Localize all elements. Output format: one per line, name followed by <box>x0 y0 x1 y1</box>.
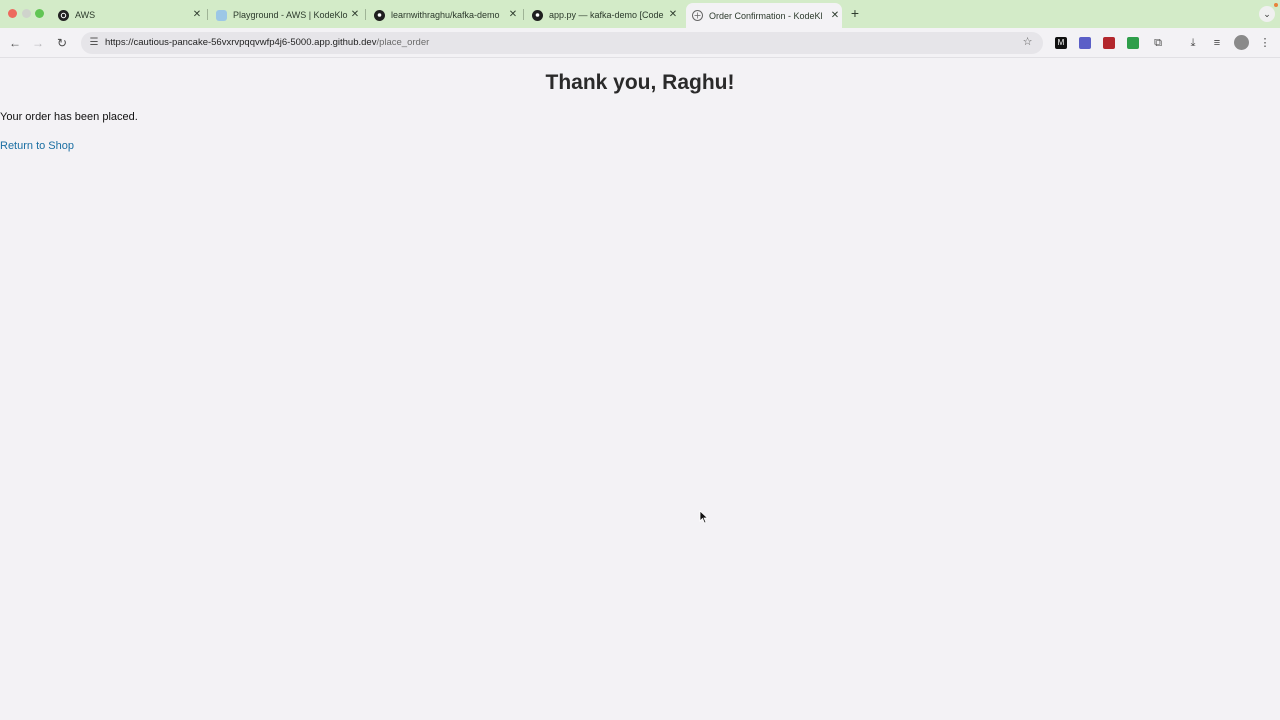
browser-toolbar: ← → ↻ ☰ https://cautious-pancake-56vxrvp… <box>0 28 1280 58</box>
aws-icon <box>58 9 69 21</box>
close-window-button[interactable] <box>8 9 17 18</box>
url-base: https://cautious-pancake-56vxrvpqqvwfp4j… <box>105 37 377 48</box>
notification-dot <box>1274 3 1278 7</box>
close-tab-icon[interactable]: ✕ <box>190 8 204 22</box>
tab-order-confirmation[interactable]: Order Confirmation - KodeKl ✕ <box>686 3 842 28</box>
extension-m-icon[interactable]: M <box>1055 37 1067 49</box>
tab-search-icon[interactable]: ⌄ <box>1259 6 1275 22</box>
tab-app-py[interactable]: app.py — kafka-demo [Code ✕ <box>530 4 680 26</box>
close-tab-icon[interactable]: ✕ <box>828 9 842 23</box>
close-tab-icon[interactable]: ✕ <box>348 8 362 22</box>
extensions-puzzle-icon[interactable]: ⧉ <box>1150 35 1166 51</box>
menu-kebab-icon[interactable]: ⋮ <box>1257 35 1273 51</box>
tab-playground[interactable]: Playground - AWS | KodeKlou ✕ <box>214 4 362 26</box>
download-icon[interactable]: ⤓ <box>1185 35 1201 51</box>
close-tab-icon[interactable]: ✕ <box>506 8 520 22</box>
github-icon <box>532 9 543 21</box>
tab-separator <box>365 9 366 20</box>
kodekloud-icon <box>216 9 227 21</box>
profile-avatar[interactable] <box>1234 35 1249 50</box>
globe-icon <box>692 10 703 21</box>
bookmark-star-icon[interactable]: ☆ <box>1020 35 1035 50</box>
tab-separator <box>207 9 208 20</box>
back-icon[interactable]: ← <box>7 35 23 51</box>
forward-icon[interactable]: → <box>30 35 46 51</box>
order-message: Your order has been placed. <box>0 111 138 123</box>
url-path: /place_order <box>376 37 430 48</box>
mouse-cursor-icon <box>699 510 709 524</box>
tab-kafka-demo-repo[interactable]: learnwithraghu/kafka-demo ✕ <box>372 4 520 26</box>
extension-teams-icon[interactable] <box>1079 37 1091 49</box>
tab-aws[interactable]: AWS ✕ <box>56 4 204 26</box>
close-tab-icon[interactable]: ✕ <box>666 8 680 22</box>
extension-red-icon[interactable] <box>1103 37 1115 49</box>
reload-icon[interactable]: ↻ <box>54 35 70 51</box>
new-tab-icon[interactable]: + <box>848 6 862 20</box>
tab-strip: AWS ✕ Playground - AWS | KodeKlou ✕ lear… <box>0 0 1280 28</box>
return-to-shop-link[interactable]: Return to Shop <box>0 140 74 152</box>
site-info-icon[interactable]: ☰ <box>87 36 101 50</box>
tab-title: learnwithraghu/kafka-demo <box>391 10 500 20</box>
tab-title: Order Confirmation - KodeKl <box>709 10 823 21</box>
github-icon <box>374 9 385 21</box>
tab-title: AWS <box>75 10 96 20</box>
page-title: Thank you, Raghu! <box>545 71 735 94</box>
extension-green-icon[interactable] <box>1127 37 1139 49</box>
reading-list-icon[interactable]: ≡ <box>1209 35 1225 51</box>
page-content: Thank you, Raghu! Your order has been pl… <box>0 59 1280 720</box>
maximize-window-button[interactable] <box>35 9 44 18</box>
tab-title: app.py — kafka-demo [Code <box>549 10 664 20</box>
minimize-window-button[interactable] <box>22 9 31 18</box>
url-text[interactable]: https://cautious-pancake-56vxrvpqqvwfp4j… <box>105 37 429 48</box>
address-bar[interactable]: ☰ https://cautious-pancake-56vxrvpqqvwfp… <box>81 32 1043 54</box>
tab-separator <box>523 9 524 20</box>
tab-title: Playground - AWS | KodeKlou <box>233 10 348 20</box>
